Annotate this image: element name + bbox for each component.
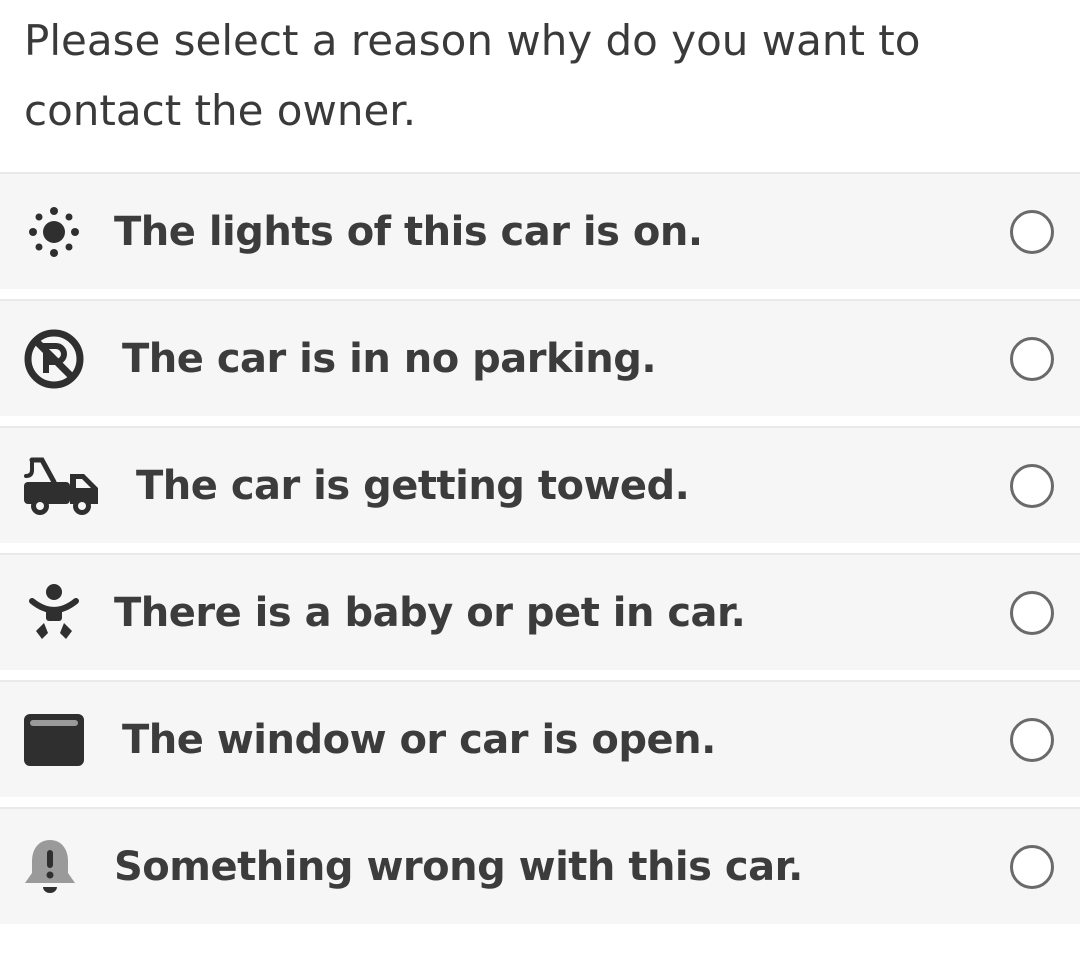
reason-option-baby-pet[interactable]: There is a baby or pet in car. xyxy=(0,553,1080,670)
reason-option-lights[interactable]: The lights of this car is on. xyxy=(0,172,1080,289)
reason-option-something-wrong[interactable]: Something wrong with this car. xyxy=(0,807,1080,924)
reason-option-label: The lights of this car is on. xyxy=(114,208,703,255)
reason-option-label: The car is getting towed. xyxy=(136,462,690,509)
reason-radio-lights[interactable] xyxy=(1010,209,1054,254)
reason-radio-window-open[interactable] xyxy=(1010,717,1054,762)
reason-option-no-parking[interactable]: The car is in no parking. xyxy=(0,299,1080,416)
reason-radio-towed[interactable] xyxy=(1010,463,1054,508)
light-icon xyxy=(22,200,86,264)
baby-icon xyxy=(22,581,86,645)
contact-owner-screen: Please select a reason why do you want t… xyxy=(0,0,1080,973)
reason-option-label: There is a baby or pet in car. xyxy=(114,589,746,636)
reason-option-label: Something wrong with this car. xyxy=(114,843,803,890)
reason-radio-something-wrong[interactable] xyxy=(1010,844,1054,889)
reason-option-label: The window or car is open. xyxy=(122,716,716,763)
reason-option-window-open[interactable]: The window or car is open. xyxy=(0,680,1080,797)
reason-option-label: The car is in no parking. xyxy=(122,335,657,382)
window-icon xyxy=(22,708,86,772)
reason-radio-baby-pet[interactable] xyxy=(1010,590,1054,635)
no-parking-icon xyxy=(22,327,86,391)
tow-truck-icon xyxy=(22,454,100,518)
reason-options-list: The lights of this car is on. The car is… xyxy=(0,172,1080,934)
alert-bell-icon xyxy=(22,835,78,899)
reason-radio-no-parking[interactable] xyxy=(1010,336,1054,381)
reason-option-towed[interactable]: The car is getting towed. xyxy=(0,426,1080,543)
page-title: Please select a reason why do you want t… xyxy=(24,16,921,135)
